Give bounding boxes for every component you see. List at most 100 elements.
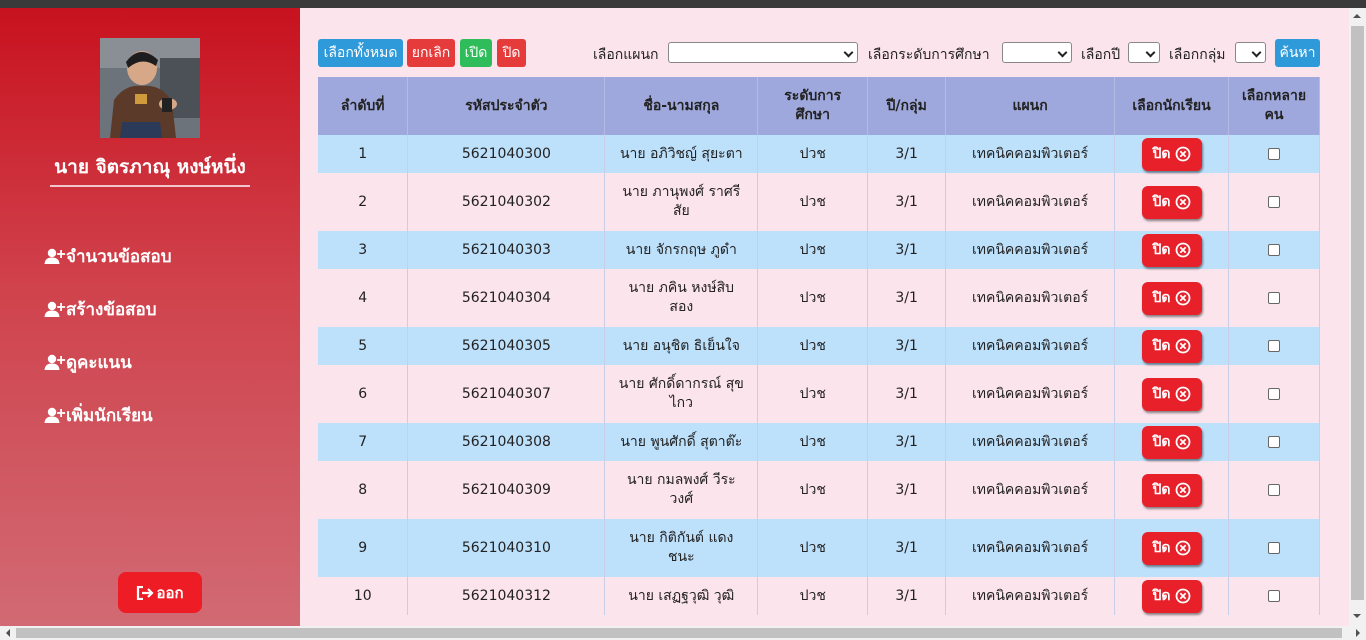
cancel-button[interactable]: ยกเลิก xyxy=(407,39,455,67)
cell-yg: 3/1 xyxy=(867,577,947,615)
row-checkbox[interactable] xyxy=(1268,435,1280,448)
cell-yg: 3/1 xyxy=(867,135,947,173)
scroll-thumb[interactable] xyxy=(1351,26,1364,600)
cell-yg: 3/1 xyxy=(867,461,947,519)
cell-dept: เทคนิคคอมพิวเตอร์ xyxy=(945,173,1116,231)
vertical-scrollbar[interactable] xyxy=(1349,8,1366,626)
cell-yg: 3/1 xyxy=(867,269,947,327)
open-button[interactable]: เปิด xyxy=(460,39,492,67)
cell-name: นาย กิติกันต์ แดง ชนะ xyxy=(604,519,759,577)
cell-level: ปวช xyxy=(757,519,869,577)
group-select[interactable] xyxy=(1235,42,1266,63)
row-close-button[interactable]: ปิด xyxy=(1141,579,1202,613)
circle-x-icon xyxy=(1175,146,1190,162)
cell-id: 5621040310 xyxy=(407,519,606,577)
row-checkbox[interactable] xyxy=(1268,387,1280,400)
scroll-down-icon[interactable] xyxy=(1353,614,1361,622)
cell-select-student: ปิด xyxy=(1114,173,1229,231)
row-close-button[interactable]: ปิด xyxy=(1141,377,1202,411)
row-close-label: ปิด xyxy=(1152,481,1171,498)
year-label: เลือกปี xyxy=(1081,47,1121,63)
cell-select-multiple xyxy=(1228,519,1320,577)
scroll-thumb[interactable] xyxy=(16,628,1342,638)
cell-no: 9 xyxy=(318,519,409,577)
cell-select-multiple xyxy=(1228,577,1320,615)
scroll-up-icon[interactable] xyxy=(1353,10,1361,18)
table-row: 9 5621040310 นาย กิติกันต์ แดง ชนะ ปวช 3/1 เท… xyxy=(318,519,1320,577)
cell-dept: เทคนิคคอมพิวเตอร์ xyxy=(945,461,1116,519)
row-close-button[interactable]: ปิด xyxy=(1141,233,1202,267)
cell-level: ปวช xyxy=(757,135,869,173)
cell-name: นาย ศักดิ์ดากรณ์ สุข ไกว xyxy=(604,365,759,423)
cell-select-multiple xyxy=(1228,365,1320,423)
table-row: 6 5621040307 นาย ศักดิ์ดากรณ์ สุข ไกว ปวช 3/… xyxy=(318,365,1320,423)
sidebar-item-label: ดูคะแนน xyxy=(66,353,132,373)
row-checkbox[interactable] xyxy=(1268,147,1280,160)
cell-select-multiple xyxy=(1228,269,1320,327)
logout-button[interactable]: ออก xyxy=(118,572,202,613)
row-checkbox[interactable] xyxy=(1268,339,1280,352)
circle-x-icon xyxy=(1175,588,1190,604)
circle-x-icon xyxy=(1175,338,1190,354)
scroll-left-icon[interactable] xyxy=(2,629,10,637)
header-cell: ลำดับที่ xyxy=(318,77,409,135)
sidebar-item-create-exam[interactable]: สร้างข้อสอบ xyxy=(44,283,172,336)
cell-yg: 3/1 xyxy=(867,231,947,269)
circle-x-icon xyxy=(1175,290,1190,306)
row-close-button[interactable]: ปิด xyxy=(1141,185,1202,219)
horizontal-scrollbar[interactable] xyxy=(0,626,1366,640)
sidebar-item-exam-count[interactable]: จำนวนข้อสอบ xyxy=(44,230,172,283)
user-plus-icon xyxy=(44,354,66,370)
circle-x-icon xyxy=(1175,242,1190,258)
row-close-button[interactable]: ปิด xyxy=(1141,531,1202,565)
sidebar-item-label: เพิ่มนักเรียน xyxy=(66,406,153,426)
logout-label: ออก xyxy=(156,583,184,602)
close-button[interactable]: ปิด xyxy=(497,39,526,67)
cell-level: ปวช xyxy=(757,269,869,327)
header-cell: รหัสประจำตัว xyxy=(407,77,606,135)
cell-level: ปวช xyxy=(757,173,869,231)
select-all-button[interactable]: เลือกทั้งหมด xyxy=(318,39,403,67)
table-header-row: ลำดับที่ รหัสประจำตัว ชื่อ-นามสกุล ระดับ… xyxy=(318,77,1320,135)
table-row: 8 5621040309 นาย กมลพงศ์ วีระ วงศ์ ปวช 3/1 เท… xyxy=(318,461,1320,519)
circle-x-icon xyxy=(1175,434,1190,450)
header-cell: เลือกหลาย คน xyxy=(1228,77,1320,135)
row-close-button[interactable]: ปิด xyxy=(1141,473,1202,507)
cell-name: นาย ภานุพงศ์ ราศรี สัย xyxy=(604,173,759,231)
row-checkbox[interactable] xyxy=(1268,195,1280,208)
row-close-button[interactable]: ปิด xyxy=(1141,425,1202,459)
cell-no: 1 xyxy=(318,135,409,173)
row-checkbox[interactable] xyxy=(1268,291,1280,304)
cell-select-student: ปิด xyxy=(1114,577,1229,615)
year-select[interactable] xyxy=(1128,42,1160,63)
row-checkbox[interactable] xyxy=(1268,541,1280,554)
scroll-right-icon[interactable] xyxy=(1356,629,1364,637)
search-button[interactable]: ค้นหา xyxy=(1275,39,1320,67)
sidebar-item-add-student[interactable]: เพิ่มนักเรียน xyxy=(44,389,172,442)
cell-dept: เทคนิคคอมพิวเตอร์ xyxy=(945,231,1116,269)
cell-select-multiple xyxy=(1228,327,1320,365)
cell-level: ปวช xyxy=(757,461,869,519)
cell-name: นาย พูนศักดิ์ สุตาต๊ะ xyxy=(604,423,759,461)
level-select[interactable] xyxy=(1002,42,1072,63)
row-checkbox[interactable] xyxy=(1268,589,1280,602)
cell-yg: 3/1 xyxy=(867,519,947,577)
row-close-button[interactable]: ปิด xyxy=(1141,137,1202,171)
department-select[interactable] xyxy=(668,42,858,63)
sidebar-item-view-scores[interactable]: ดูคะแนน xyxy=(44,336,172,389)
table-row: 3 5621040303 นาย จักรกฤษ ภูดำ ปวช 3/1 เทคนิคค… xyxy=(318,231,1320,269)
sign-out-icon xyxy=(137,585,154,600)
row-checkbox[interactable] xyxy=(1268,483,1280,496)
cell-id: 5621040303 xyxy=(407,231,606,269)
cell-level: ปวช xyxy=(757,577,869,615)
row-checkbox[interactable] xyxy=(1268,243,1280,256)
cell-dept: เทคนิคคอมพิวเตอร์ xyxy=(945,577,1116,615)
row-close-button[interactable]: ปิด xyxy=(1141,281,1202,315)
cell-id: 5621040308 xyxy=(407,423,606,461)
cell-level: ปวช xyxy=(757,231,869,269)
user-plus-icon xyxy=(44,407,66,423)
cell-select-student: ปิด xyxy=(1114,269,1229,327)
row-close-label: ปิด xyxy=(1152,385,1171,402)
cell-select-student: ปิด xyxy=(1114,365,1229,423)
row-close-button[interactable]: ปิด xyxy=(1141,329,1202,363)
